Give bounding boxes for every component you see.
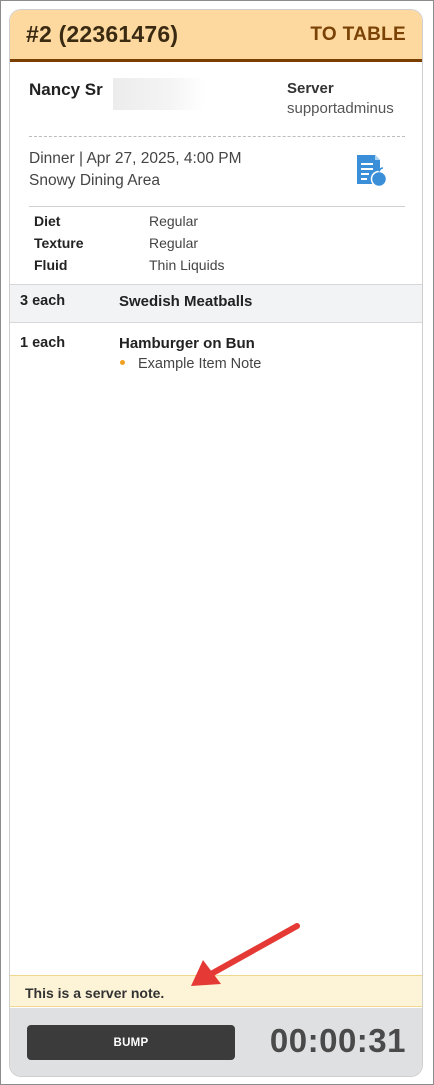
diet-table: Diet Regular Texture Regular Fluid Thin …	[34, 210, 404, 276]
texture-key: Texture	[34, 235, 84, 251]
divider	[29, 206, 405, 207]
diet-value: Regular	[149, 213, 199, 229]
texture-value: Regular	[149, 235, 199, 251]
item-quantity: 3 each	[20, 293, 66, 309]
divider	[29, 136, 405, 137]
fluid-value: Thin Liquids	[149, 257, 225, 273]
redaction-blur	[113, 78, 205, 110]
server-info: Server supportadminus	[287, 80, 405, 117]
patient-name: Nancy Sr	[29, 80, 103, 99]
item-note: Example Item Note	[119, 356, 261, 372]
order-number: #2 (22361476)	[26, 21, 179, 47]
dining-area: Snowy Dining Area	[29, 172, 160, 189]
diet-row: Diet Regular	[34, 210, 404, 232]
meal-datetime: Dinner | Apr 27, 2025, 4:00 PM	[29, 150, 242, 167]
item-quantity: 1 each	[20, 335, 66, 351]
ticket-footer: BUMP 00:00:31	[10, 1008, 422, 1076]
ticket-header[interactable]: #2 (22361476) TO TABLE	[10, 10, 422, 62]
order-item-row[interactable]: 3 each Swedish Meatballs	[10, 284, 422, 322]
texture-row: Texture Regular	[34, 232, 404, 254]
fluid-row: Fluid Thin Liquids	[34, 254, 404, 276]
server-label: Server	[287, 80, 334, 97]
screenshot-frame: #2 (22361476) TO TABLE Nancy Sr Server s…	[0, 0, 434, 1085]
annotation-arrow-icon	[191, 923, 300, 986]
bullet-icon	[120, 360, 125, 366]
fluid-key: Fluid	[34, 257, 68, 273]
diet-key: Diet	[34, 213, 61, 229]
bump-button[interactable]: BUMP	[27, 1025, 235, 1060]
patient-row: Nancy Sr Server supportadminus	[29, 78, 405, 130]
item-name: Swedish Meatballs	[119, 293, 253, 310]
meal-info: Dinner | Apr 27, 2025, 4:00 PM Snowy Din…	[29, 148, 405, 200]
item-name: Hamburger on Bun	[119, 335, 255, 352]
meal-menu-icon[interactable]	[355, 154, 387, 188]
elapsed-timer: 00:00:31	[269, 1022, 406, 1059]
item-note-text: Example Item Note	[138, 356, 262, 372]
server-value: supportadminus	[287, 100, 394, 117]
order-item-row[interactable]: 1 each Hamburger on Bun Example Item Not…	[10, 322, 422, 382]
order-type-label: TO TABLE	[310, 23, 406, 45]
